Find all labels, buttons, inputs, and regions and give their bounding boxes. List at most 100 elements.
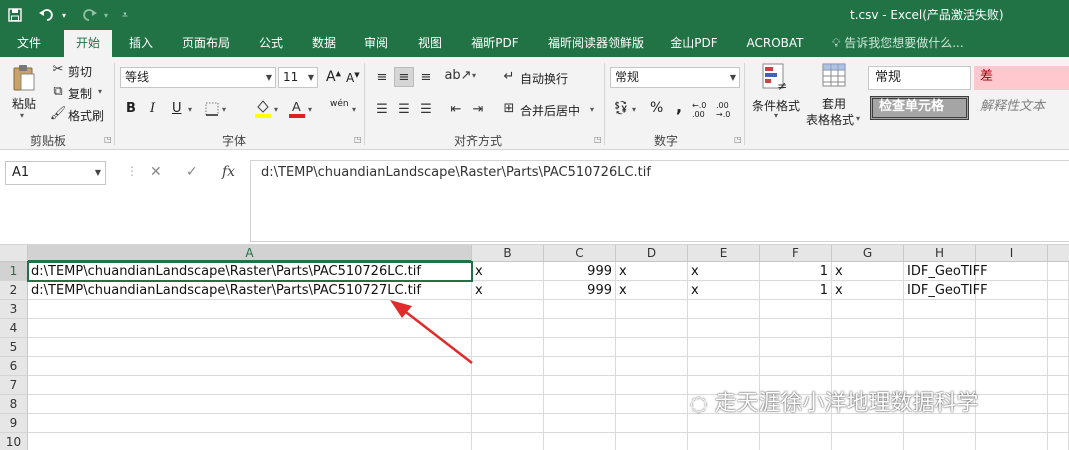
empty-cell[interactable] xyxy=(688,357,760,376)
cell-g2[interactable]: x xyxy=(832,281,904,300)
conditional-formatting-icon[interactable]: ≠ xyxy=(760,61,790,93)
empty-cell[interactable] xyxy=(976,357,1048,376)
empty-cell[interactable] xyxy=(472,414,544,433)
cell-a1[interactable]: d:\TEMP\chuandianLandscape\Raster\Parts\… xyxy=(27,261,473,282)
empty-cell[interactable] xyxy=(616,357,688,376)
cell-i2[interactable] xyxy=(976,281,1048,300)
empty-cell[interactable] xyxy=(616,376,688,395)
empty-cell[interactable] xyxy=(1048,281,1069,300)
style-bad[interactable]: 差 xyxy=(974,66,1069,90)
empty-cell[interactable] xyxy=(1048,395,1069,414)
formula-input[interactable]: d:\TEMP\chuandianLandscape\Raster\Parts\… xyxy=(250,160,1069,242)
redo-icon[interactable] xyxy=(78,0,100,30)
font-color-icon[interactable]: A xyxy=(288,97,306,119)
empty-cell[interactable] xyxy=(544,338,616,357)
cell-d2[interactable]: x xyxy=(616,281,688,300)
empty-cell[interactable] xyxy=(1048,300,1069,319)
style-explanatory[interactable]: 解释性文本 xyxy=(974,96,1069,120)
cell-f2[interactable]: 1 xyxy=(760,281,832,300)
empty-cell[interactable] xyxy=(544,433,616,450)
increase-decimal-icon[interactable]: ←.0.00 xyxy=(692,101,706,119)
tab-data[interactable]: 数据 xyxy=(302,30,346,57)
row-header-3[interactable]: 3 xyxy=(0,300,28,319)
enter-icon[interactable]: ✓ xyxy=(186,164,198,180)
undo-icon[interactable] xyxy=(36,0,58,30)
empty-cell[interactable] xyxy=(904,338,976,357)
empty-cell[interactable] xyxy=(472,357,544,376)
tab-formulas[interactable]: 公式 xyxy=(250,30,292,57)
cancel-icon[interactable]: ✕ xyxy=(150,164,162,180)
decrease-indent-icon[interactable]: ⇤ xyxy=(446,99,466,119)
empty-cell[interactable] xyxy=(688,300,760,319)
empty-cell[interactable] xyxy=(832,319,904,338)
cut-button[interactable]: 剪切 xyxy=(68,63,92,80)
empty-cell[interactable] xyxy=(616,395,688,414)
select-all-corner[interactable] xyxy=(0,245,28,262)
empty-cell[interactable] xyxy=(760,338,832,357)
row-header-2[interactable]: 2 xyxy=(0,281,28,300)
empty-cell[interactable] xyxy=(760,357,832,376)
row-header-10[interactable]: 10 xyxy=(0,433,28,450)
empty-cell[interactable] xyxy=(976,414,1048,433)
column-header-f[interactable]: F xyxy=(760,245,832,262)
format-painter-button[interactable]: 格式刷 xyxy=(68,107,104,124)
tab-page-layout[interactable]: 页面布局 xyxy=(172,30,240,57)
paste-icon[interactable] xyxy=(10,63,38,93)
empty-cell[interactable] xyxy=(472,300,544,319)
style-normal[interactable]: 常规 xyxy=(868,66,971,90)
cell-b2[interactable]: x xyxy=(472,281,544,300)
worksheet-grid[interactable]: A B C D E F G H I 1 2 3 4 5 6 7 8 9 10 d… xyxy=(0,245,1069,450)
percent-format-icon[interactable]: % xyxy=(650,100,663,116)
merge-center-icon[interactable]: ⊞ xyxy=(500,99,518,117)
empty-cell[interactable] xyxy=(832,357,904,376)
empty-cell[interactable] xyxy=(616,433,688,450)
cell-h2[interactable]: IDF_GeoTIFF xyxy=(904,281,988,300)
column-header-j[interactable] xyxy=(1048,245,1069,262)
format-as-table-dropdown-icon[interactable]: ▾ xyxy=(856,114,860,123)
borders-dropdown-icon[interactable]: ▾ xyxy=(222,105,226,114)
empty-cell[interactable] xyxy=(544,319,616,338)
empty-cell[interactable] xyxy=(760,433,832,450)
accounting-format-icon[interactable]: 💱︎ xyxy=(612,99,630,117)
merge-dropdown-icon[interactable]: ▾ xyxy=(590,105,594,114)
clipboard-launcher-icon[interactable]: ◳ xyxy=(104,135,112,144)
empty-cell[interactable] xyxy=(544,357,616,376)
insert-function-icon[interactable]: fx xyxy=(222,164,235,180)
empty-cell[interactable] xyxy=(976,395,1048,414)
column-header-d[interactable]: D xyxy=(616,245,688,262)
empty-cell[interactable] xyxy=(1048,262,1069,281)
column-header-b[interactable]: B xyxy=(472,245,544,262)
tab-foxit-reader[interactable]: 福昕阅读器领鲜版 xyxy=(540,30,652,57)
fill-color-dropdown-icon[interactable]: ▾ xyxy=(274,105,278,114)
format-painter-icon[interactable]: 🖌︎ xyxy=(50,105,67,121)
decrease-decimal-icon[interactable]: .00 →.0 xyxy=(716,101,730,119)
empty-cell[interactable] xyxy=(28,376,472,395)
empty-cell[interactable] xyxy=(760,300,832,319)
decrease-font-icon[interactable]: A▼ xyxy=(346,71,360,85)
empty-cell[interactable] xyxy=(976,300,1048,319)
empty-cell[interactable] xyxy=(472,376,544,395)
cell-c1[interactable]: 999 xyxy=(544,262,616,281)
empty-cell[interactable] xyxy=(976,319,1048,338)
row-header-8[interactable]: 8 xyxy=(0,395,28,414)
column-header-i[interactable]: I xyxy=(976,245,1048,262)
row-header-9[interactable]: 9 xyxy=(0,414,28,433)
empty-cell[interactable] xyxy=(904,433,976,450)
align-right-icon[interactable]: ☰ xyxy=(416,99,436,119)
increase-indent-icon[interactable]: ⇥ xyxy=(468,99,488,119)
empty-cell[interactable] xyxy=(904,319,976,338)
phonetic-dropdown-icon[interactable]: ▾ xyxy=(352,105,356,114)
cell-g1[interactable]: x xyxy=(832,262,904,281)
empty-cell[interactable] xyxy=(28,395,472,414)
copy-button[interactable]: 复制 xyxy=(68,85,92,102)
merge-center-button[interactable]: 合并后居中 xyxy=(520,102,580,119)
empty-cell[interactable] xyxy=(1048,414,1069,433)
tab-kingsoft-pdf[interactable]: 金山PDF xyxy=(662,30,726,57)
tab-foxit-pdf[interactable]: 福昕PDF xyxy=(462,30,528,57)
undo-dropdown-icon[interactable]: ▾ xyxy=(58,0,70,30)
empty-cell[interactable] xyxy=(1048,319,1069,338)
empty-cell[interactable] xyxy=(544,395,616,414)
format-as-table-label-1[interactable]: 套用 xyxy=(822,95,846,112)
tab-review[interactable]: 审阅 xyxy=(354,30,398,57)
number-launcher-icon[interactable]: ◳ xyxy=(734,135,742,144)
